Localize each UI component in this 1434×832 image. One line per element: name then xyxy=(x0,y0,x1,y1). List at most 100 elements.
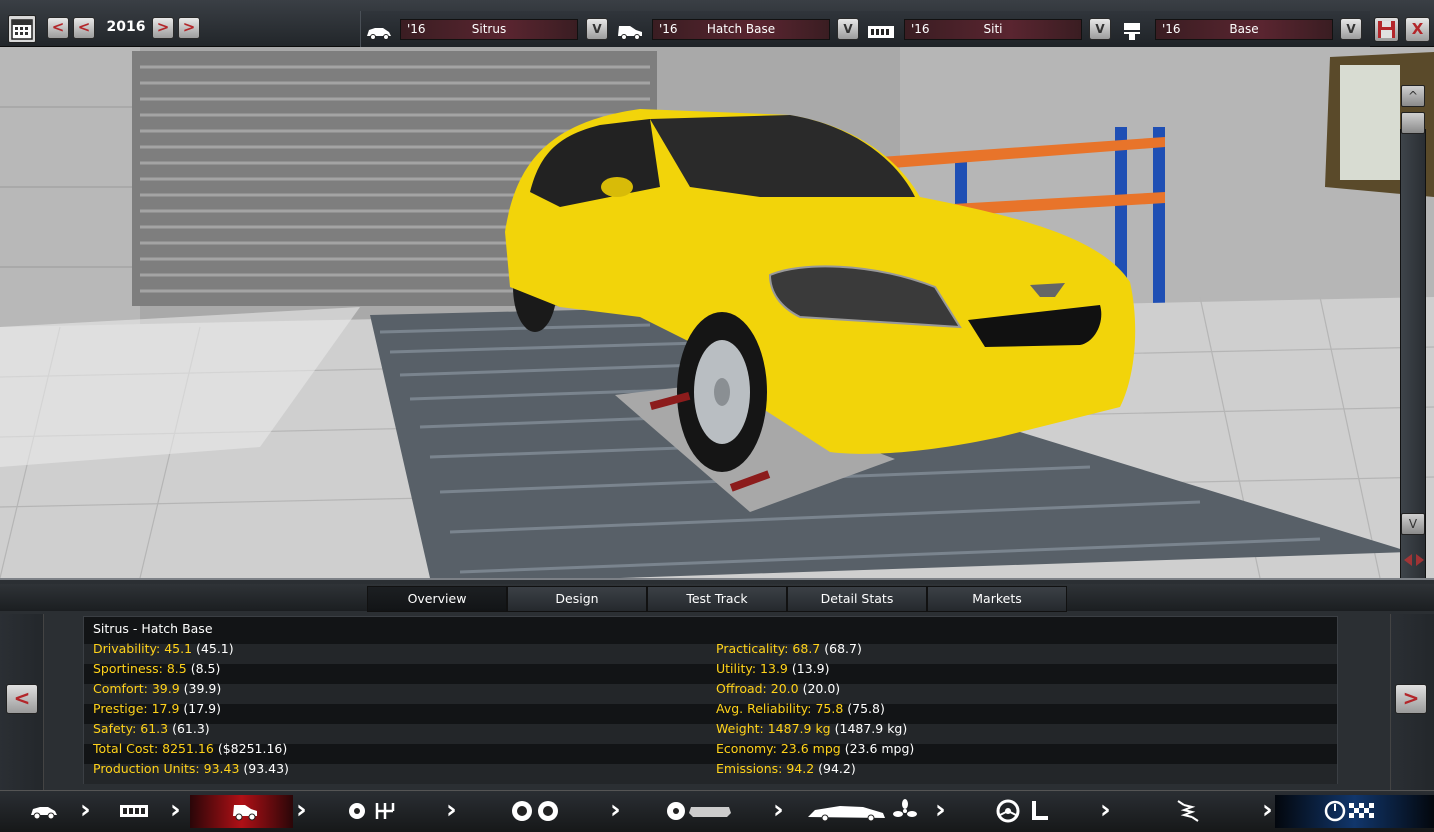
stat-economy: Economy: 23.6 mpg (23.6 mpg) xyxy=(716,739,914,759)
model-name: Hatch Base xyxy=(706,22,776,36)
stat-sportiness: Sportiness: 8.5 (8.5) xyxy=(93,659,220,679)
previous-car-button[interactable]: < xyxy=(6,684,38,714)
engine-gears-icon[interactable] xyxy=(345,799,401,823)
stat-value: (8.5) xyxy=(190,661,221,676)
tab-test-track[interactable]: Test Track xyxy=(647,586,787,612)
top-toolbar: < < 2016 > > '16 Sitrus V '16 Hatch Base… xyxy=(0,0,1434,47)
company-name: Sitrus xyxy=(471,22,507,36)
stat-value: (1487.9 kg) xyxy=(834,721,908,736)
stat-value: (17.9) xyxy=(183,701,221,716)
engine-family-dropdown-button[interactable]: V xyxy=(1089,18,1111,40)
stat-value: (75.8) xyxy=(847,701,885,716)
company-selector[interactable]: '16 Sitrus xyxy=(400,19,578,40)
calendar-icon xyxy=(11,19,33,40)
engine-variant-dropdown-button[interactable]: V xyxy=(1340,18,1362,40)
stat-label: Production Units: 93.43 xyxy=(93,761,240,776)
camera-zoom-scrollbar[interactable] xyxy=(1400,129,1426,578)
tab-overview[interactable]: Overview xyxy=(367,586,507,612)
stat-label: Practicality: 68.7 xyxy=(716,641,821,656)
stat-value: (20.0) xyxy=(802,681,841,696)
stat-practicality: Practicality: 68.7 (68.7) xyxy=(716,639,862,659)
close-button[interactable]: X xyxy=(1405,17,1430,42)
chevron-right-icon: › xyxy=(80,795,91,825)
model-selector[interactable]: '16 Hatch Base xyxy=(652,19,830,40)
stat-value: (39.9) xyxy=(183,681,222,696)
stat-label: Prestige: 17.9 xyxy=(93,701,180,716)
stat-label: Total Cost: 8251.16 xyxy=(93,741,214,756)
year-prev-button[interactable]: < xyxy=(73,17,95,39)
chevron-right-icon: › xyxy=(296,795,307,825)
engine-variant-selector[interactable]: '16 Base xyxy=(1155,19,1333,40)
steering-seat-icon[interactable] xyxy=(996,799,1052,823)
aerodynamics-icon[interactable] xyxy=(805,799,920,823)
engine-block-icon xyxy=(868,26,894,38)
company-car-icon xyxy=(367,28,391,40)
garage-scene xyxy=(0,47,1434,578)
stat-label: Emissions: 94.2 xyxy=(716,761,815,776)
design-stage-nav: › › › › › › › › › xyxy=(0,790,1434,832)
stat-total-cost: Total Cost: 8251.16 ($8251.16) xyxy=(93,739,287,759)
chevron-right-icon: › xyxy=(1100,795,1111,825)
stat-prestige: Prestige: 17.9 (17.9) xyxy=(93,699,221,719)
chevron-right-icon: › xyxy=(446,795,457,825)
stat-label: Weight: 1487.9 kg xyxy=(716,721,831,736)
engine-family-name: Siti xyxy=(983,22,1003,36)
stat-avg-reliability: Avg. Reliability: 75.8 (75.8) xyxy=(716,699,885,719)
save-icon xyxy=(1378,21,1395,38)
engine-family-selector[interactable]: '16 Siti xyxy=(904,19,1082,40)
stat-value: ($8251.16) xyxy=(217,741,288,756)
stats-table: Sitrus - Hatch Base Drivability: 45.1 (4… xyxy=(83,616,1338,784)
tab-detail-stats[interactable]: Detail Stats xyxy=(787,586,927,612)
scroll-thumb[interactable] xyxy=(1401,112,1425,134)
chassis-icon[interactable] xyxy=(118,799,150,823)
chevron-right-icon: › xyxy=(935,795,946,825)
stat-value: (13.9) xyxy=(791,661,830,676)
tab-markets[interactable]: Markets xyxy=(927,586,1067,612)
piston-icon xyxy=(1124,23,1140,40)
model-dropdown-button[interactable]: V xyxy=(837,18,859,40)
chevron-right-icon: › xyxy=(1262,795,1273,825)
model-car-icon xyxy=(618,26,642,40)
stats-title: Sitrus - Hatch Base xyxy=(93,621,213,636)
stat-value: (23.6 mpg) xyxy=(844,741,915,756)
stat-label: Comfort: 39.9 xyxy=(93,681,180,696)
stat-comfort: Comfort: 39.9 (39.9) xyxy=(93,679,221,699)
chevron-right-icon: › xyxy=(170,795,181,825)
tab-design[interactable]: Design xyxy=(507,586,647,612)
stat-offroad: Offroad: 20.0 (20.0) xyxy=(716,679,840,699)
car-viewport[interactable]: ^ V xyxy=(0,47,1434,578)
stat-label: Sportiness: 8.5 xyxy=(93,661,187,676)
stat-label: Economy: 23.6 mpg xyxy=(716,741,841,756)
stat-utility: Utility: 13.9 (13.9) xyxy=(716,659,829,679)
automation-car-designer: < < 2016 > > '16 Sitrus V '16 Hatch Base… xyxy=(0,0,1434,832)
stat-label: Avg. Reliability: 75.8 xyxy=(716,701,844,716)
save-button[interactable] xyxy=(1374,17,1399,42)
scroll-up-button[interactable]: ^ xyxy=(1401,85,1425,107)
year-next-button[interactable]: > xyxy=(152,17,174,39)
camera-reset-icon[interactable] xyxy=(1400,549,1428,571)
stat-value: (61.3) xyxy=(172,721,210,736)
stat-label: Offroad: 20.0 xyxy=(716,681,799,696)
stat-label: Utility: 13.9 xyxy=(716,661,788,676)
calendar-button[interactable] xyxy=(8,15,36,43)
company-dropdown-button[interactable]: V xyxy=(586,18,608,40)
next-car-button[interactable]: > xyxy=(1395,684,1427,714)
interior-icon[interactable] xyxy=(665,799,733,823)
engine-variant-name: Base xyxy=(1229,22,1259,36)
chevron-right-icon: › xyxy=(773,795,784,825)
suspension-icon[interactable] xyxy=(1172,799,1202,823)
year-next-fast-button[interactable]: > xyxy=(178,17,200,39)
stat-emissions: Emissions: 94.2 (94.2) xyxy=(716,759,856,779)
stats-panel: Overview Design Test Track Detail Stats … xyxy=(0,578,1434,792)
wheels-icon[interactable] xyxy=(510,799,562,823)
scroll-down-button[interactable]: V xyxy=(1401,513,1425,535)
stat-value: (93.43) xyxy=(243,761,289,776)
test-track-icon[interactable] xyxy=(1323,799,1379,823)
body-icon[interactable] xyxy=(230,799,260,823)
car-icon[interactable] xyxy=(28,799,60,823)
year-prev-fast-button[interactable]: < xyxy=(47,17,69,39)
stat-safety: Safety: 61.3 (61.3) xyxy=(93,719,210,739)
stat-value: (68.7) xyxy=(824,641,862,656)
stat-drivability: Drivability: 45.1 (45.1) xyxy=(93,639,234,659)
year-display: 2016 xyxy=(106,19,146,35)
